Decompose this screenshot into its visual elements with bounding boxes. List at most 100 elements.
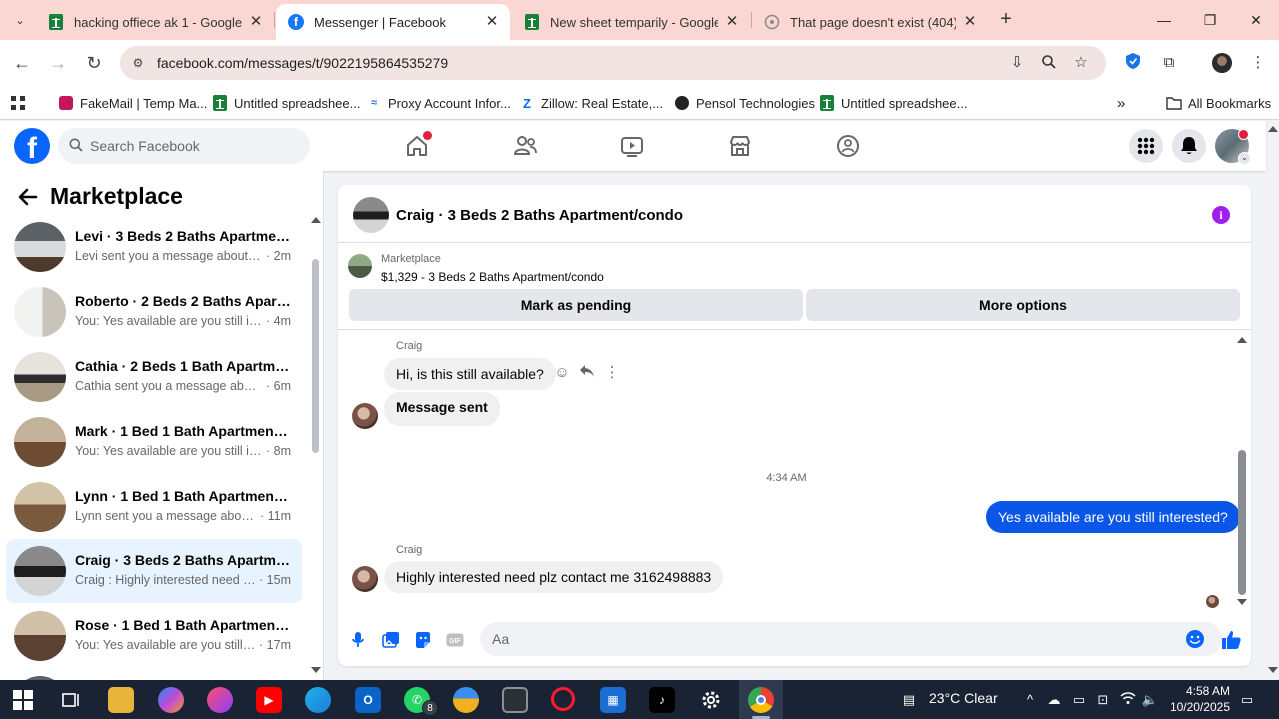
close-tab-icon[interactable]: ✕ (484, 14, 500, 30)
close-window-icon[interactable]: ✕ (1233, 6, 1279, 34)
chat-listing-avatar[interactable] (353, 197, 389, 233)
page-scroll-down-arrow[interactable] (1268, 667, 1278, 673)
bookmark-star-icon[interactable]: ☆ (1072, 54, 1090, 72)
new-tab-plus-icon[interactable]: + (994, 8, 1018, 32)
chat-scrollbar-thumb[interactable] (1238, 450, 1246, 595)
tab-messenger[interactable]: f Messenger | Facebook ✕ (276, 4, 510, 40)
shield-extension-icon[interactable] (1122, 52, 1144, 74)
chrome-profile-avatar[interactable] (1212, 53, 1232, 73)
bookmark-untitled-1[interactable]: Untitled spreadshee... (212, 93, 360, 113)
notifications-center-icon[interactable]: ▭ (1238, 691, 1256, 709)
conversation-cathia[interactable]: Cathia · 2 Beds 1 Bath Apartment/condo C… (6, 345, 302, 409)
photo-icon[interactable] (381, 630, 401, 650)
more-actions-icon[interactable]: ⋮ (603, 364, 621, 382)
opera-icon[interactable] (551, 687, 575, 711)
reload-icon[interactable]: ↻ (81, 50, 107, 76)
message-input[interactable] (492, 622, 1172, 656)
facebook-search[interactable] (58, 128, 310, 164)
close-tab-icon[interactable]: ✕ (962, 14, 978, 30)
chat-scroll-down-arrow[interactable] (1237, 599, 1247, 605)
mark-as-pending-button[interactable]: Mark as pending (349, 289, 803, 321)
thumbs-up-icon[interactable] (1220, 629, 1242, 651)
bookmark-fakemail[interactable]: FakeMail | Temp Ma... (58, 93, 207, 113)
all-bookmarks[interactable]: All Bookmarks (1166, 93, 1271, 113)
conversation-craig[interactable]: Craig · 3 Beds 2 Baths Apartment/condo C… (6, 539, 302, 603)
emoji-icon[interactable] (1186, 630, 1204, 648)
extensions-puzzle-icon[interactable]: ⧉ (1158, 52, 1180, 74)
outlook-icon[interactable]: O (355, 687, 381, 713)
gif-icon[interactable]: GIF (445, 630, 465, 650)
chat-scroll-up-arrow[interactable] (1237, 337, 1247, 343)
incoming-message[interactable]: Hi, is this still available? (384, 358, 556, 390)
chevron-down-icon[interactable]: ⌄ (1238, 152, 1251, 165)
apps-grid-icon[interactable] (10, 93, 26, 113)
page-scroll-up-arrow[interactable] (1268, 126, 1278, 132)
close-tab-icon[interactable]: ✕ (724, 14, 740, 30)
tab-new-sheet[interactable]: New sheet temparily - Google Sh ✕ (512, 4, 750, 40)
conversation-partial[interactable] (6, 669, 302, 680)
weather-icon[interactable]: ▤ (900, 691, 918, 709)
copilot-icon[interactable] (158, 687, 184, 713)
groups-icon[interactable] (835, 133, 861, 159)
install-app-icon[interactable]: ⇩ (1008, 54, 1026, 72)
notifications-button[interactable] (1172, 129, 1206, 163)
marketplace-icon[interactable] (727, 133, 753, 159)
bookmark-zillow[interactable]: Z Zillow: Real Estate,... (519, 93, 663, 113)
info-icon[interactable]: i (1212, 206, 1230, 224)
conversation-rose[interactable]: Rose · 1 Bed 1 Bath Apartment/condo You:… (6, 604, 302, 668)
bookmark-pensol[interactable]: Pensol Technologies (674, 93, 815, 113)
show-hidden-icons-chevron-icon[interactable]: ^ (1021, 691, 1039, 709)
pinned-app-icon[interactable] (207, 687, 233, 713)
battery-icon[interactable]: ▭ (1070, 691, 1088, 709)
tab-404[interactable]: That page doesn't exist (404) - F ✕ (752, 4, 988, 40)
menu-grid-button[interactable] (1129, 129, 1163, 163)
zoom-icon[interactable] (1040, 54, 1058, 72)
microsoft-store-icon[interactable]: ▦ (600, 687, 626, 713)
minimize-icon[interactable]: — (1141, 6, 1187, 34)
onedrive-icon[interactable]: ☁ (1045, 691, 1063, 709)
file-explorer-icon[interactable] (108, 687, 134, 713)
microphone-icon[interactable] (348, 630, 368, 650)
sender-avatar[interactable] (352, 566, 378, 592)
site-info-icon[interactable]: ⚙ (130, 55, 146, 71)
incoming-message[interactable]: Message sent (384, 392, 500, 426)
pinned-gear-app-icon[interactable] (502, 687, 528, 713)
friends-icon[interactable] (512, 133, 538, 159)
address-bar[interactable]: ⚙ facebook.com/messages/t/90221958645352… (120, 46, 1106, 80)
back-arrow-icon[interactable]: ← (9, 50, 35, 76)
tiktok-icon[interactable]: ♪ (649, 687, 675, 713)
chrome-menu-icon[interactable]: ⋮ (1247, 52, 1269, 74)
search-input[interactable] (90, 128, 300, 164)
settings-gear-icon[interactable] (698, 687, 724, 713)
chat-title[interactable]: Craig · 3 Beds 2 Baths Apartment/condo (396, 207, 683, 224)
react-smiley-icon[interactable]: ☺ (553, 364, 571, 382)
system-clock[interactable]: 4:58 AM 10/20/2025 (1160, 683, 1230, 715)
incoming-message[interactable]: Highly interested need plz contact me 31… (384, 561, 724, 593)
conversation-lynn[interactable]: Lynn · 1 Bed 1 Bath Apartment/condo Lynn… (6, 475, 302, 539)
message-input-box[interactable] (480, 622, 1222, 656)
vpn-icon[interactable]: ⊡ (1094, 691, 1112, 709)
more-options-button[interactable]: More options (806, 289, 1240, 321)
facebook-logo-icon[interactable]: f (14, 128, 50, 164)
conversation-roberto[interactable]: Roberto · 2 Beds 2 Baths Apartment/condo… (6, 280, 302, 344)
forward-arrow-icon[interactable]: → (45, 50, 71, 76)
listing-description[interactable]: $1,329 - 3 Beds 2 Baths Apartment/condo (381, 270, 604, 284)
windows-start-icon[interactable] (10, 687, 36, 713)
more-bookmarks-chevron-icon[interactable]: » (1117, 93, 1125, 113)
youtube-icon[interactable]: ▶ (256, 687, 282, 713)
volume-icon[interactable]: 🔈 (1141, 691, 1159, 709)
list-scrollbar-thumb[interactable] (312, 259, 319, 453)
tab-search-chevron-icon[interactable]: ⌄ (8, 8, 32, 32)
sticker-icon[interactable] (413, 630, 433, 650)
weather-text[interactable]: 23°C Clear (929, 690, 998, 706)
restore-icon[interactable]: ❐ (1187, 6, 1233, 34)
wifi-icon[interactable] (1119, 691, 1137, 709)
list-scroll-down-arrow[interactable] (311, 667, 321, 673)
conversation-mark[interactable]: Mark · 1 Bed 1 Bath Apartment/condo You:… (6, 410, 302, 474)
bookmark-untitled-2[interactable]: Untitled spreadshee... (819, 93, 967, 113)
edge-icon[interactable] (305, 687, 331, 713)
reply-arrow-icon[interactable] (578, 364, 596, 382)
outgoing-message[interactable]: Yes available are you still interested? (986, 501, 1240, 533)
video-icon[interactable] (619, 133, 645, 159)
bookmark-proxy[interactable]: ≈ Proxy Account Infor... (366, 93, 511, 113)
